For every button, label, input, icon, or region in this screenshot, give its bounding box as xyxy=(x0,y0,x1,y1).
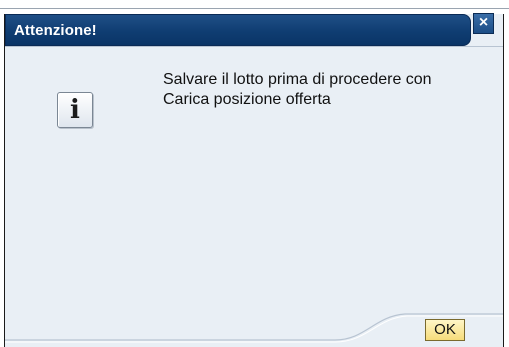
dialog-title: Attenzione! xyxy=(14,22,97,39)
ok-button[interactable]: OK xyxy=(425,319,465,341)
dialog-title-bar[interactable]: Attenzione! xyxy=(5,14,471,46)
info-icon-glyph: i xyxy=(70,95,80,125)
top-border xyxy=(0,0,509,9)
alert-dialog: Attenzione! i Salvare il lotto prima di … xyxy=(4,14,504,347)
message-line: Carica posizione offerta xyxy=(163,91,331,108)
info-icon: i xyxy=(57,92,93,128)
screen: Attenzione! i Salvare il lotto prima di … xyxy=(0,0,509,347)
dialog-message: Salvare il lotto prima di procedere con … xyxy=(163,70,493,110)
message-line: Salvare il lotto prima di procedere con xyxy=(163,71,432,88)
close-icon[interactable]: × xyxy=(473,13,494,34)
title-separator xyxy=(5,46,503,47)
